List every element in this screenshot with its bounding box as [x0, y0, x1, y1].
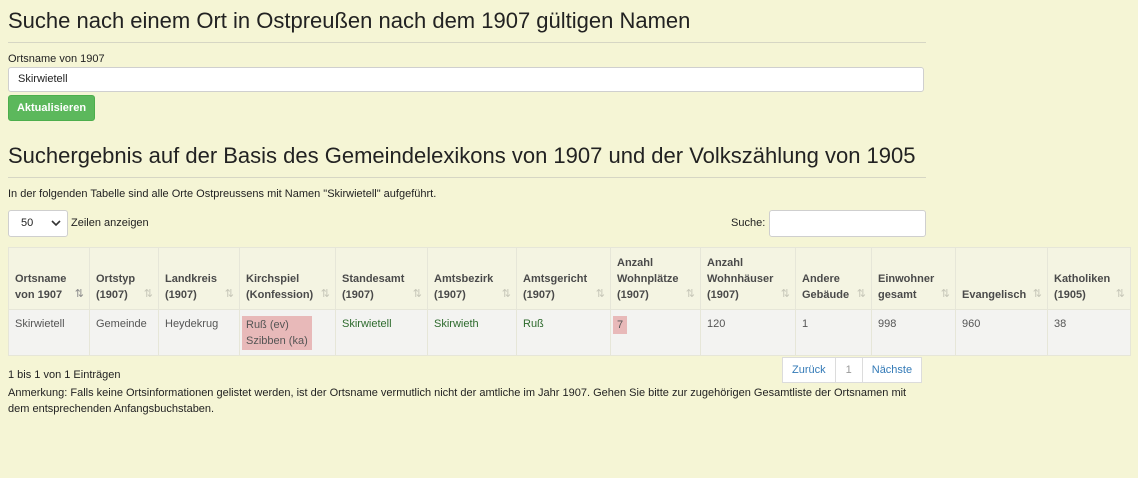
divider: [8, 42, 926, 43]
table-info: 1 bis 1 von 1 Einträgen: [8, 369, 121, 381]
column-header-evangelisch[interactable]: Evangelisch ⇅: [955, 247, 1048, 310]
pagination-prev-button[interactable]: Zurück: [782, 357, 836, 383]
column-header-amtsbezirk[interactable]: Amtsbezirk (1907) ⇅: [427, 247, 517, 310]
sort-icon: ⇅: [224, 288, 234, 300]
cell-amtsbezirk: Skirwieth: [427, 309, 517, 356]
cell-katholiken: 38: [1047, 309, 1131, 356]
column-header-landkreis[interactable]: Landkreis (1907) ⇅: [158, 247, 240, 310]
chevron-down-icon: [51, 211, 61, 246]
results-table: Ortsname von 1907 ⇅ Ortstyp (1907) ⇅ Landkre…: [8, 247, 1131, 356]
cell-landkreis: Heydekrug: [158, 309, 240, 356]
column-header-ortsname[interactable]: Ortsname von 1907 ⇅: [8, 247, 90, 310]
amtsbezirk-link[interactable]: Skirwieth: [434, 318, 479, 330]
cell-amtsgericht: Ruß: [516, 309, 611, 356]
cell-einwohner: 998: [871, 309, 956, 356]
sort-icon: ⇅: [412, 288, 422, 300]
cell-ortsname: Skirwietell: [8, 309, 90, 356]
page-length-value: 50: [21, 217, 34, 229]
column-header-einwohner[interactable]: Einwohner gesamt ⇅: [871, 247, 956, 310]
column-header-katholiken[interactable]: Katholiken (1905) ⇅: [1047, 247, 1131, 310]
pagination-next-button[interactable]: Nächste: [861, 357, 923, 383]
column-header-andere-gebaeude[interactable]: Andere Gebäude ⇅: [795, 247, 872, 310]
sort-asc-icon: ⇅: [74, 288, 84, 300]
pagination-page-1[interactable]: 1: [834, 357, 863, 383]
note-text: Anmerkung: Falls keine Ortsinformationen…: [8, 387, 907, 415]
page-length-label: Zeilen anzeigen: [71, 217, 149, 229]
cell-standesamt: Skirwietell: [335, 309, 428, 356]
sort-icon: ⇅: [320, 288, 330, 300]
wohnplaetze-highlight: 7: [613, 316, 628, 334]
update-button[interactable]: Aktualisieren: [8, 95, 95, 121]
kirchspiel-ev: Ruß (ev): [246, 319, 289, 331]
sort-icon: ⇅: [595, 288, 605, 300]
standesamt-link[interactable]: Skirwietell: [342, 318, 392, 330]
table-row: Skirwietell Gemeinde Heydekrug Ruß (ev) S…: [8, 309, 1131, 356]
sort-icon: ⇅: [1032, 288, 1042, 300]
cell-evangelisch: 960: [955, 309, 1048, 356]
sort-icon: ⇅: [780, 288, 790, 300]
ortsname-label: Ortsname von 1907: [8, 53, 105, 65]
column-header-standesamt[interactable]: Standesamt (1907) ⇅: [335, 247, 428, 310]
column-header-wohnplaetze[interactable]: Anzahl Wohnplätze (1907) ⇅: [610, 247, 701, 310]
pagination: Zurück 1 Nächste: [782, 357, 923, 383]
cell-wohnhaeuser: 120: [700, 309, 796, 356]
table-search-label: Suche:: [731, 217, 766, 229]
sort-icon: ⇅: [143, 288, 153, 300]
column-header-kirchspiel[interactable]: Kirchspiel (Konfession) ⇅: [239, 247, 336, 310]
column-header-ortstyp[interactable]: Ortstyp (1907) ⇅: [89, 247, 159, 310]
cell-ortstyp: Gemeinde: [89, 309, 159, 356]
kirchspiel-ka: Szibben (ka): [246, 335, 308, 347]
column-header-wohnhaeuser[interactable]: Anzahl Wohnhäuser (1907) ⇅: [700, 247, 796, 310]
cell-andere-gebaeude: 1: [795, 309, 872, 356]
sort-icon: ⇅: [856, 288, 866, 300]
amtsgericht-link[interactable]: Ruß: [523, 318, 544, 330]
divider: [8, 177, 926, 178]
page-length-select[interactable]: 50: [8, 210, 68, 237]
column-header-amtsgericht[interactable]: Amtsgericht (1907) ⇅: [516, 247, 611, 310]
results-description: In der folgenden Tabelle sind alle Orte …: [8, 188, 437, 200]
cell-kirchspiel: Ruß (ev) Szibben (ka): [239, 309, 336, 356]
ortsname-input[interactable]: Skirwietell: [8, 67, 924, 92]
table-search-input[interactable]: [769, 210, 926, 237]
sort-icon: ⇅: [501, 288, 511, 300]
kirchspiel-highlight: Ruß (ev) Szibben (ka): [242, 316, 312, 350]
sort-icon: ⇅: [940, 288, 950, 300]
page-title: Suche nach einem Ort in Ostpreußen nach …: [8, 8, 691, 33]
cell-wohnplaetze: 7: [610, 309, 701, 356]
table-header-row: Ortsname von 1907 ⇅ Ortstyp (1907) ⇅ Landkre…: [8, 247, 1131, 310]
sort-icon: ⇅: [685, 288, 695, 300]
sort-icon: ⇅: [1115, 288, 1125, 300]
results-title: Suchergebnis auf der Basis des Gemeindel…: [8, 143, 916, 168]
page: Suche nach einem Ort in Ostpreußen nach …: [0, 0, 1138, 478]
